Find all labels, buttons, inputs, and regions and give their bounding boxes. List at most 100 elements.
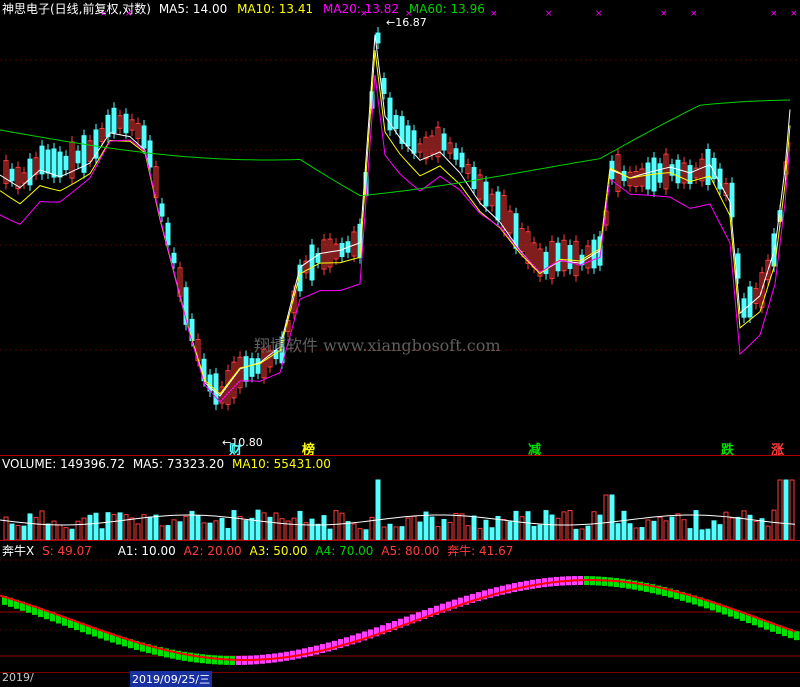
candle-body <box>675 159 681 184</box>
candle-body <box>159 203 165 217</box>
volume-bar <box>429 516 435 541</box>
top-cross-marker: × <box>790 9 798 19</box>
volume-bar <box>261 512 267 541</box>
volume-bar <box>699 529 705 541</box>
volume-value-label: VOLUME: 149396.72 <box>2 457 125 471</box>
volume-bar <box>351 523 357 541</box>
candle-body <box>747 286 753 318</box>
volume-bar <box>237 515 243 541</box>
candle-body <box>255 358 261 374</box>
top-cross-marker: × <box>595 9 603 19</box>
volume-bar <box>15 524 21 541</box>
volume-bar <box>273 512 279 541</box>
candle-body <box>381 78 387 94</box>
volume-bar <box>621 510 627 541</box>
volume-bar <box>753 520 759 541</box>
indicator-bull-label: 奔牛: 41.67 <box>447 544 514 558</box>
volume-bar <box>225 527 231 541</box>
volume-bar <box>609 494 615 541</box>
volume-bar <box>267 516 273 541</box>
candle-body <box>123 113 129 134</box>
volume-bar <box>549 514 555 541</box>
volume-bar <box>585 525 591 541</box>
candle-body <box>141 125 147 149</box>
volume-bar <box>75 520 81 541</box>
volume-bar <box>219 517 225 541</box>
volume-bar <box>477 527 483 541</box>
volume-bar <box>207 522 213 541</box>
panel-divider-2 <box>0 540 800 541</box>
volume-bar <box>135 523 141 541</box>
volume-bar <box>27 513 33 541</box>
volume-bar <box>21 525 27 541</box>
volume-bar <box>537 524 543 541</box>
candle-body <box>405 125 411 147</box>
candle-body <box>249 358 255 377</box>
candle-body <box>171 252 177 264</box>
volume-bar <box>507 521 513 541</box>
oscillator-bar <box>194 653 199 663</box>
candle-body <box>111 107 117 134</box>
volume-bar <box>645 519 651 541</box>
oscillator-bar <box>518 581 523 591</box>
oscillator-bar <box>206 654 211 664</box>
volume-bar <box>201 522 207 541</box>
volume-bar <box>591 511 597 541</box>
volume-bar <box>579 528 585 541</box>
volume-bar <box>633 527 639 541</box>
volume-bar <box>669 516 675 541</box>
stock-name-label: 神思电子(日线,前复权,对数) <box>2 2 151 16</box>
candle-body <box>75 150 81 164</box>
volume-bar <box>231 510 237 541</box>
volume-bar <box>657 516 663 541</box>
volume-bar <box>423 511 429 541</box>
volume-bar <box>93 512 99 541</box>
indicator-legend: 奔牛X S: 49.07 A1: 10.00 A2: 20.00 A3: 50.… <box>2 542 513 559</box>
volume-bar <box>705 528 711 541</box>
oscillator-line <box>0 579 796 661</box>
high-price-label: ←16.87 <box>386 16 427 29</box>
volume-bar <box>249 517 255 541</box>
ma20-label: MA20: 13.82 <box>322 2 399 16</box>
volume-bar <box>513 510 519 541</box>
volume-bar <box>465 525 471 541</box>
volume-bar <box>315 523 321 541</box>
volume-bar <box>189 510 195 541</box>
volume-bar <box>69 528 75 541</box>
top-cross-marker: × <box>490 9 498 19</box>
volume-bar <box>525 511 531 541</box>
volume-bar <box>489 527 495 541</box>
watermark-text: 翔博软件 www.xiangbosoft.com <box>254 336 501 355</box>
date-axis-line <box>0 672 800 673</box>
volume-bar <box>57 524 63 541</box>
volume-bar <box>771 509 777 541</box>
candle-body <box>705 148 711 186</box>
volume-bar <box>363 529 369 541</box>
selected-date-label[interactable]: 2019/09/25/三 <box>130 671 213 687</box>
volume-bar <box>99 528 105 541</box>
top-cross-marker: × <box>690 9 698 19</box>
candle-body <box>51 148 57 178</box>
volume-bar <box>687 528 693 541</box>
volume-bar <box>447 521 453 541</box>
volume-bar <box>309 518 315 541</box>
candle-body <box>645 162 651 190</box>
volume-legend: VOLUME: 149396.72 MA5: 73323.20 MA10: 55… <box>2 457 331 471</box>
candle-body <box>495 191 501 221</box>
volume-bar <box>195 515 201 541</box>
volume-ma5-label: MA5: 73323.20 <box>132 457 225 471</box>
oscillator-bar <box>212 655 217 665</box>
volume-bar <box>483 519 489 541</box>
volume-bar <box>45 523 51 541</box>
candle-body <box>63 155 69 171</box>
candle-body <box>411 130 417 154</box>
volume-bar <box>213 520 219 541</box>
volume-bar <box>9 523 15 541</box>
volume-bar <box>531 525 537 541</box>
candle-body <box>45 149 51 174</box>
volume-bar <box>39 510 45 541</box>
volume-bar <box>441 519 447 541</box>
oscillator-bar <box>794 631 799 641</box>
candle-body <box>243 356 249 382</box>
volume-bar <box>651 520 657 541</box>
